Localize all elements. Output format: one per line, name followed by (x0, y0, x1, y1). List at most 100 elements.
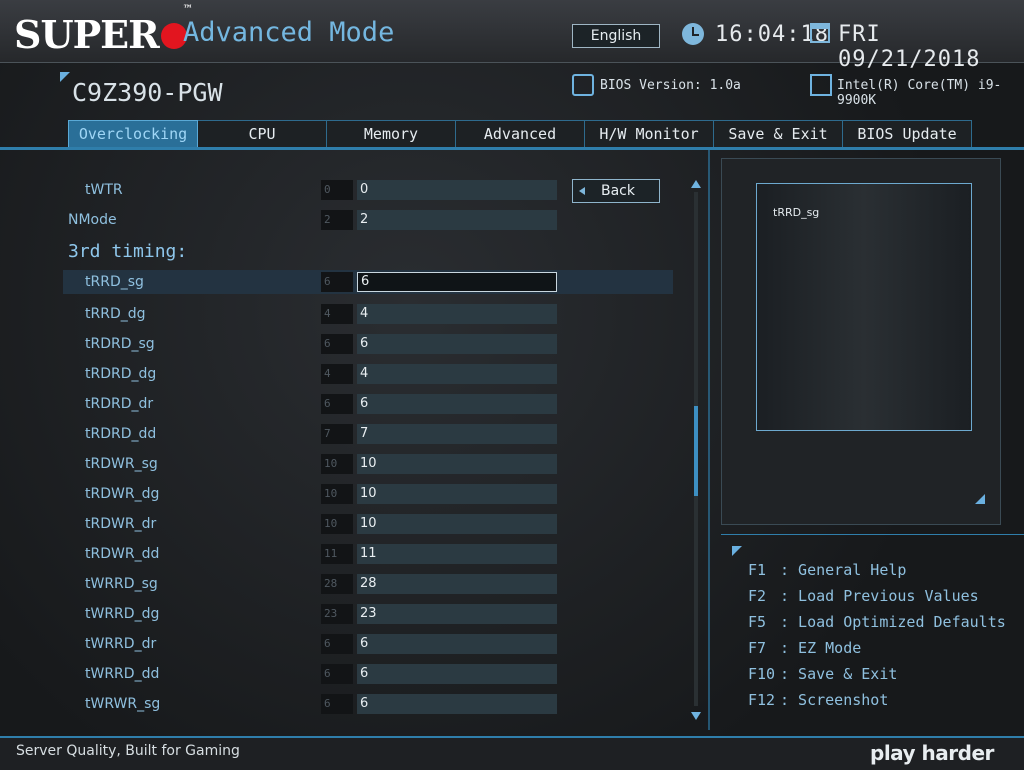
hotkey-f5: F5: Load Optimized Defaults (748, 613, 1006, 631)
value-field[interactable]: 23 (357, 604, 557, 624)
help-text: tRRD_sg (773, 206, 820, 219)
setting-row-trdwr-dg[interactable]: tRDWR_dg 10 10 (8, 482, 673, 506)
back-button[interactable]: Back (572, 179, 660, 203)
tab-underline (0, 147, 1024, 150)
tab-hw-monitor[interactable]: H/W Monitor (585, 120, 714, 148)
value-field[interactable]: 6 (357, 334, 557, 354)
default-value: 11 (321, 544, 353, 564)
value-field[interactable]: 6 (357, 664, 557, 684)
play-harder-logo: play harder (870, 741, 994, 765)
scroll-down-arrow-icon[interactable] (691, 712, 701, 720)
setting-label: tRDRD_dr (85, 396, 154, 412)
language-button[interactable]: English (572, 24, 660, 48)
value-field-selected[interactable]: 6 (357, 272, 557, 292)
value-field[interactable]: 4 (357, 364, 557, 384)
default-value: 6 (321, 334, 353, 354)
setting-label: tRDRD_dd (85, 426, 157, 442)
tab-overclocking[interactable]: Overclocking (68, 120, 198, 148)
value-field[interactable]: 11 (357, 544, 557, 564)
tab-save-exit[interactable]: Save & Exit (714, 120, 843, 148)
setting-label: tRRD_sg (85, 274, 144, 290)
tab-bios-update[interactable]: BIOS Update (843, 120, 972, 148)
default-value: 6 (321, 272, 353, 292)
default-value: 6 (321, 394, 353, 414)
default-value: 7 (321, 424, 353, 444)
setting-label: tWRWR_sg (85, 696, 161, 712)
default-value: 10 (321, 484, 353, 504)
value-field[interactable]: 10 (357, 484, 557, 504)
default-value: 6 (321, 694, 353, 714)
setting-row-trdwr-sg[interactable]: tRDWR_sg 10 10 (8, 452, 673, 476)
setting-row-trdwr-dr[interactable]: tRDWR_dr 10 10 (8, 512, 673, 536)
value-field[interactable]: 0 (357, 180, 557, 200)
value-field[interactable]: 6 (357, 394, 557, 414)
value-field[interactable]: 28 (357, 574, 557, 594)
setting-row-trdrd-dd[interactable]: tRDRD_dd 7 7 (8, 422, 673, 446)
setting-label: tWRRD_sg (85, 576, 158, 592)
setting-label: tRDWR_sg (85, 456, 158, 472)
scrollbar[interactable] (690, 180, 702, 720)
panel-divider (708, 150, 710, 730)
setting-label: tRDWR_dd (85, 546, 160, 562)
default-value: 10 (321, 454, 353, 474)
setting-row-nmode[interactable]: NMode 2 2 (8, 208, 673, 232)
setting-row-trdwr-dd[interactable]: tRDWR_dd 11 11 (8, 542, 673, 566)
clock-icon (682, 23, 704, 45)
setting-label: NMode (68, 212, 117, 228)
setting-label: tRRD_dg (85, 306, 146, 322)
hotkey-f12: F12: Screenshot (748, 691, 889, 709)
scroll-thumb[interactable] (694, 406, 698, 496)
default-value: 23 (321, 604, 353, 624)
back-arrow-icon (579, 187, 585, 195)
cpu-info: Intel(R) Core(TM) i9-9900K (837, 78, 1002, 108)
tab-memory[interactable]: Memory (327, 120, 456, 148)
setting-label: tWRRD_dg (85, 606, 160, 622)
value-field[interactable]: 10 (357, 454, 557, 474)
setting-row-twrwr-sg[interactable]: tWRWR_sg 6 6 (8, 692, 673, 716)
setting-row-trrd-sg[interactable]: tRRD_sg 6 6 (63, 270, 673, 294)
hotkey-f2: F2: Load Previous Values (748, 587, 979, 605)
hotkey-f7: F7: EZ Mode (748, 639, 862, 657)
setting-row-trdrd-sg[interactable]: tRDRD_sg 6 6 (8, 332, 673, 356)
setting-label: tWRRD_dr (85, 636, 157, 652)
default-value: 6 (321, 664, 353, 684)
cpu-chip-icon (810, 74, 832, 96)
corner-triangle-icon (732, 546, 742, 556)
value-field[interactable]: 4 (357, 304, 557, 324)
setting-row-twrrd-dr[interactable]: tWRRD_dr 6 6 (8, 632, 673, 656)
footer-tagline: Server Quality, Built for Gaming (16, 743, 240, 759)
default-value: 0 (321, 180, 353, 200)
value-field[interactable]: 6 (357, 694, 557, 714)
setting-row-twrrd-dd[interactable]: tWRRD_dd 6 6 (8, 662, 673, 686)
help-box (756, 183, 972, 431)
value-field[interactable]: 7 (357, 424, 557, 444)
corner-triangle-icon (60, 72, 70, 82)
scroll-up-arrow-icon[interactable] (691, 180, 701, 188)
value-field[interactable]: 6 (357, 634, 557, 654)
tab-advanced[interactable]: Advanced (456, 120, 585, 148)
default-value: 4 (321, 364, 353, 384)
setting-label: tRDRD_dg (85, 366, 157, 382)
setting-row-twrrd-dg[interactable]: tWRRD_dg 23 23 (8, 602, 673, 626)
date-display: FRI 09/21/2018 (838, 22, 981, 72)
back-label: Back (601, 183, 635, 199)
bios-chip-icon (572, 74, 594, 96)
value-field[interactable]: 2 (357, 210, 557, 230)
setting-label: tRDRD_sg (85, 336, 155, 352)
hotkey-f10: F10: Save & Exit (748, 665, 898, 683)
section-title: 3rd timing: (68, 241, 188, 262)
value-field[interactable]: 10 (357, 514, 557, 534)
setting-row-trrd-dg[interactable]: tRRD_dg 4 4 (8, 302, 673, 326)
default-value: 6 (321, 634, 353, 654)
setting-row-trdrd-dr[interactable]: tRDRD_dr 6 6 (8, 392, 673, 416)
board-model: C9Z390-PGW (72, 78, 223, 107)
mode-title: Advanced Mode (183, 17, 395, 48)
tab-cpu[interactable]: CPU (198, 120, 327, 148)
setting-row-twrrd-sg[interactable]: tWRRD_sg 28 28 (8, 572, 673, 596)
tab-bar: Overclocking CPU Memory Advanced H/W Mon… (68, 120, 972, 148)
setting-label: tWTR (85, 182, 123, 198)
calendar-icon (810, 23, 830, 43)
default-value: 4 (321, 304, 353, 324)
setting-row-trdrd-dg[interactable]: tRDRD_dg 4 4 (8, 362, 673, 386)
top-bar: SUPER™ Advanced Mode English 16:04:18 FR… (0, 0, 1024, 72)
